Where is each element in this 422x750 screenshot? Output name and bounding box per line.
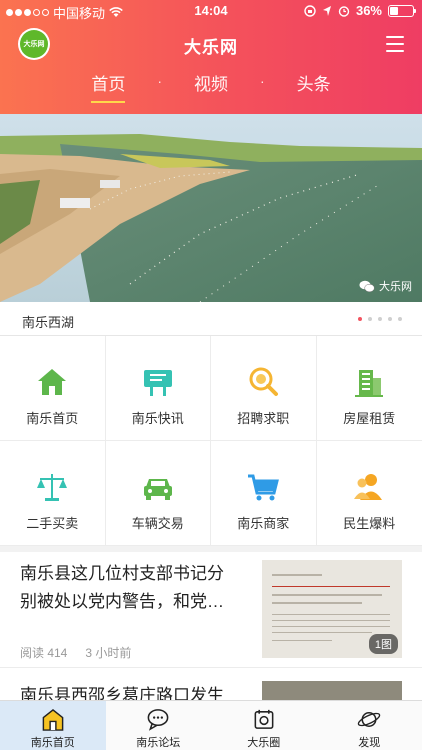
status-bar: 中国移动 14:04 36%	[0, 0, 422, 22]
doc-line	[272, 632, 372, 633]
grid-item-label: 南乐首页	[26, 411, 79, 426]
carousel-dot[interactable]	[398, 317, 402, 321]
bottom-tab-label: 大乐圈	[247, 737, 281, 749]
banner-caption: 南乐西湖	[22, 315, 75, 330]
cart-icon	[248, 474, 280, 501]
tab-separator: ·	[260, 73, 265, 89]
house-icon	[38, 369, 67, 395]
grid-item-label: 南乐快讯	[131, 411, 184, 426]
doc-line	[272, 574, 322, 576]
carousel-dot[interactable]	[358, 317, 362, 321]
doc-line	[272, 620, 390, 621]
bottom-tab-bar: 南乐首页 南乐论坛 大乐圈 发现	[0, 700, 422, 750]
alarm-icon	[338, 5, 350, 17]
circle-card-icon	[254, 709, 274, 729]
doc-line	[272, 614, 390, 615]
grid-item-second-hand[interactable]: 二手买卖	[0, 441, 106, 546]
carousel-dot[interactable]	[388, 317, 392, 321]
doc-line	[272, 594, 382, 596]
bottom-tab-label: 南乐首页	[30, 737, 75, 749]
news-item[interactable]: 南乐县这几位村支部书记分别被处以党内警告，和党… 阅读 414 3 小时前 1图	[0, 552, 422, 668]
chat-bubble-icon	[147, 709, 169, 731]
banner-watermark: 大乐网	[359, 278, 412, 294]
bottom-tab-forum[interactable]: 南乐论坛	[106, 701, 212, 750]
news-thumbnail: 1图	[262, 560, 402, 658]
doc-line	[272, 626, 390, 627]
grid-item-label: 南乐商家	[237, 516, 290, 531]
carousel-indicator[interactable]	[358, 317, 402, 321]
car-icon	[143, 479, 172, 500]
wechat-icon	[359, 280, 375, 292]
menu-icon[interactable]	[386, 36, 404, 52]
grid-item-tips[interactable]: 民生爆料	[316, 441, 422, 546]
battery-percent: 36%	[355, 3, 382, 18]
thumb-image-count: 1图	[368, 634, 398, 654]
bottom-tab-label: 发现	[358, 737, 381, 749]
bottom-tab-discover[interactable]: 发现	[317, 701, 422, 750]
news-meta: 阅读 414 3 小时前	[20, 644, 131, 661]
carousel-dot[interactable]	[378, 317, 382, 321]
news-reads: 阅读 414	[20, 646, 68, 660]
location-icon	[322, 5, 331, 16]
grid-item-nanle-home[interactable]: 南乐首页	[0, 336, 106, 441]
battery-icon	[388, 4, 416, 17]
grid-item-label: 民生爆料	[343, 516, 396, 531]
tab-video[interactable]: 视频	[180, 70, 242, 95]
app-header: 中国移动 14:04 36% 大乐网 大乐网 首页 · 视频 · 头条	[0, 0, 422, 114]
scale-icon	[37, 474, 68, 501]
banner-image	[0, 114, 422, 302]
tab-home[interactable]: 首页	[77, 70, 139, 103]
doc-line	[272, 602, 362, 604]
tab-separator: ·	[157, 73, 162, 89]
rotation-lock-icon	[304, 4, 316, 17]
doc-line	[272, 586, 390, 587]
building-icon	[355, 370, 384, 397]
news-time: 3 小时前	[85, 646, 132, 660]
grid-item-merchants[interactable]: 南乐商家	[211, 441, 317, 546]
billboard-icon	[143, 370, 172, 396]
people-icon	[354, 474, 383, 500]
banner-caption-row: 南乐西湖	[0, 302, 422, 336]
app-title: 大乐网	[184, 38, 238, 57]
top-tabs: 首页 · 视频 · 头条	[0, 70, 422, 103]
banner-carousel[interactable]: 大乐网	[0, 114, 422, 302]
news-title: 南乐县这几位村支部书记分别被处以党内警告，和党…	[20, 564, 224, 611]
grid-item-label: 招聘求职	[237, 411, 290, 426]
bottom-tab-label: 南乐论坛	[136, 737, 181, 749]
bottom-tab-circle[interactable]: 大乐圈	[211, 701, 317, 750]
grid-item-label: 车辆交易	[131, 516, 184, 531]
banner-watermark-text: 大乐网	[379, 281, 412, 293]
grid-item-rental[interactable]: 房屋租赁	[316, 336, 422, 441]
bottom-tab-home[interactable]: 南乐首页	[0, 701, 106, 750]
grid-item-label: 房屋租赁	[343, 411, 396, 426]
category-grid: 南乐首页 南乐快讯 招聘求职 房屋租赁 二手买卖 车辆交易 南乐商家 民生爆料	[0, 336, 422, 546]
doc-line	[272, 640, 332, 641]
job-search-icon	[249, 367, 279, 396]
grid-item-nanle-news[interactable]: 南乐快讯	[105, 336, 211, 441]
grid-item-vehicles[interactable]: 车辆交易	[105, 441, 211, 546]
planet-icon	[357, 712, 381, 727]
grid-item-jobs[interactable]: 招聘求职	[211, 336, 317, 441]
home-badge-icon	[42, 708, 64, 731]
tab-headlines[interactable]: 头条	[283, 70, 345, 95]
carousel-dot[interactable]	[368, 317, 372, 321]
grid-item-label: 二手买卖	[26, 516, 79, 531]
